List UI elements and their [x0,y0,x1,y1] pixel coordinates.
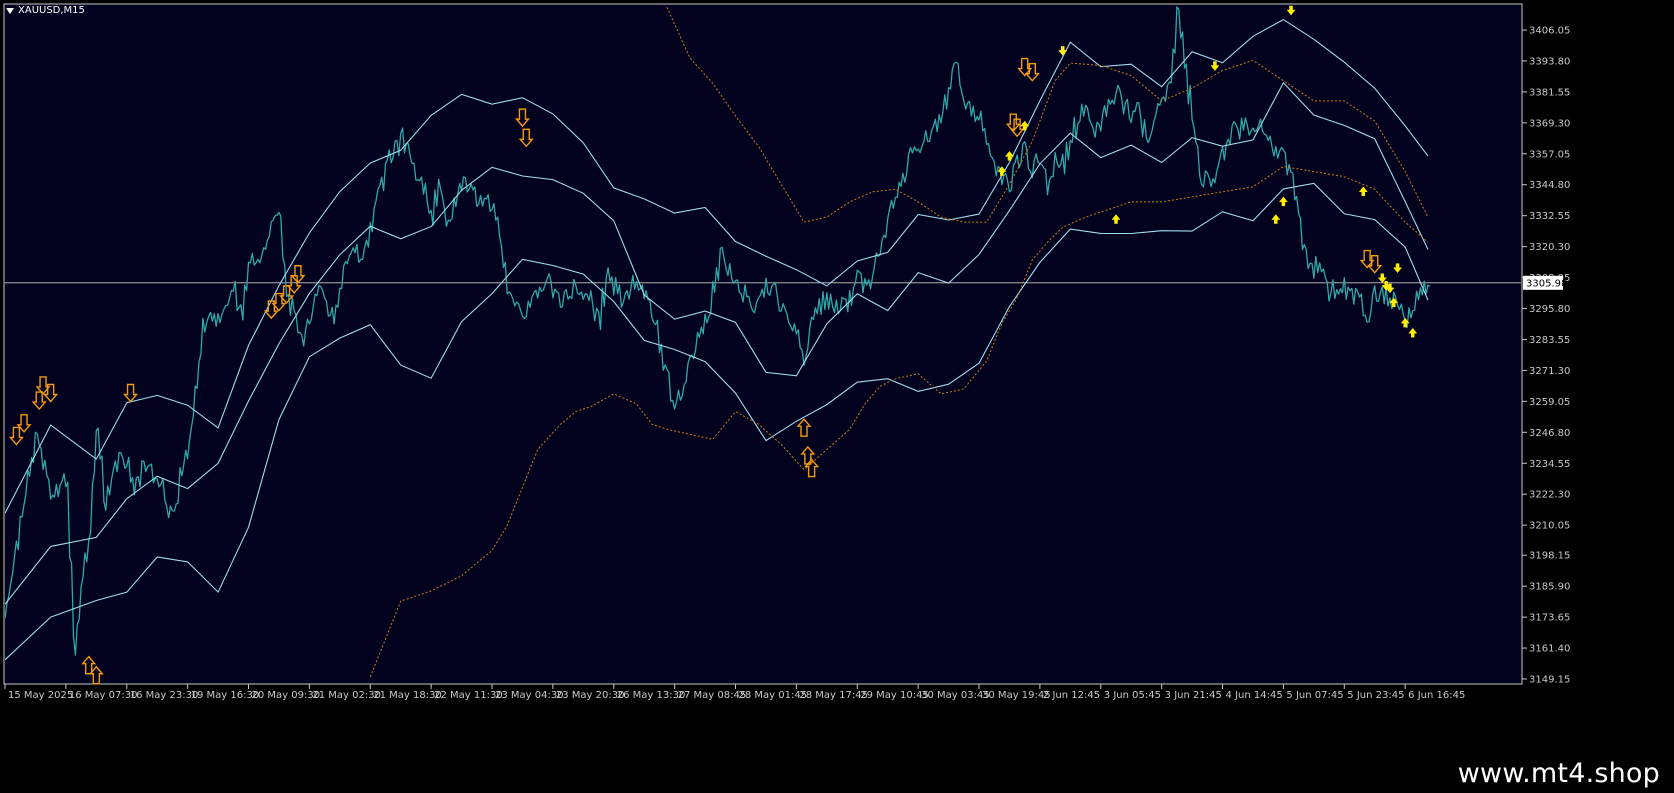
y-tick-label: 3149.15 [1529,675,1570,686]
x-tick-label: 3 Jun 21:45 [1165,690,1222,701]
y-tick-label: 3381.55 [1529,87,1570,98]
y-tick-label: 3161.40 [1529,644,1570,655]
chevron-down-icon[interactable] [6,7,14,14]
price-chart[interactable]: 3406.05 3393.80 3381.55 3369.30 3357.05 3344.… [0,0,1674,750]
y-tick-label: 3357.05 [1529,149,1570,160]
x-tick-label: 3 Jun 05:45 [1104,690,1161,701]
x-tick-label: 5 Jun 07:45 [1286,690,1343,701]
y-tick-label: 3222.30 [1529,490,1570,501]
watermark-text: www.mt4.shop [1457,758,1660,789]
y-tick-label: 3406.05 [1529,26,1570,37]
time-axis[interactable]: 15 May 202516 May 07:3016 May 23:3019 Ma… [4,684,1465,701]
x-tick-label: 16 May 23:30 [130,690,199,701]
price-axis[interactable]: 3406.05 3393.80 3381.55 3369.30 3357.05 3344.… [1522,26,1570,686]
x-tick-label: 5 Jun 23:45 [1347,690,1404,701]
y-tick-label: 3332.55 [1529,211,1570,222]
x-tick-label: 20 May 09:30 [252,690,321,701]
x-tick-label: 23 May 20:30 [556,690,625,701]
current-price-label: 3305.98 [1526,278,1567,289]
symbol-label[interactable]: XAUUSD,M15 [6,5,85,16]
x-tick-label: 2 Jun 12:45 [1043,690,1100,701]
x-tick-label: 16 May 07:30 [69,690,138,701]
x-tick-label: 27 May 08:45 [678,690,747,701]
y-tick-label: 3393.80 [1529,56,1570,67]
x-tick-label: 4 Jun 14:45 [1226,690,1283,701]
y-tick-label: 3283.55 [1529,335,1570,346]
x-tick-label: 30 May 19:45 [982,690,1051,701]
y-tick-label: 3246.80 [1529,428,1570,439]
x-tick-label: 30 May 03:45 [921,690,990,701]
x-tick-label: 21 May 18:30 [373,690,442,701]
y-tick-label: 3173.65 [1529,613,1570,624]
y-tick-label: 3185.90 [1529,582,1570,593]
y-tick-label: 3320.30 [1529,242,1570,253]
y-tick-label: 3295.80 [1529,304,1570,315]
y-tick-label: 3234.55 [1529,459,1570,470]
bottom-bar: www.mt4.shop [0,750,1674,793]
chart-window[interactable]: 3406.05 3393.80 3381.55 3369.30 3357.05 3344.… [0,0,1674,750]
symbol-text: XAUUSD,M15 [18,5,85,16]
x-tick-label: 6 Jun 16:45 [1408,690,1465,701]
plot-area [3,3,1523,685]
x-tick-label: 21 May 02:30 [312,690,381,701]
x-tick-label: 28 May 17:45 [799,690,868,701]
x-tick-label: 23 May 04:30 [495,690,564,701]
y-tick-label: 3259.05 [1529,397,1570,408]
y-tick-label: 3271.30 [1529,366,1570,377]
x-tick-label: 29 May 10:45 [860,690,929,701]
x-tick-label: 28 May 01:45 [739,690,808,701]
x-tick-label: 22 May 11:30 [434,690,503,701]
y-tick-label: 3369.30 [1529,118,1570,129]
y-tick-label: 3198.15 [1529,551,1570,562]
y-tick-label: 3344.80 [1529,180,1570,191]
x-tick-label: 15 May 2025 [8,690,73,701]
x-tick-label: 19 May 16:30 [191,690,260,701]
x-tick-label: 26 May 13:30 [617,690,686,701]
y-tick-label: 3210.05 [1529,521,1570,532]
